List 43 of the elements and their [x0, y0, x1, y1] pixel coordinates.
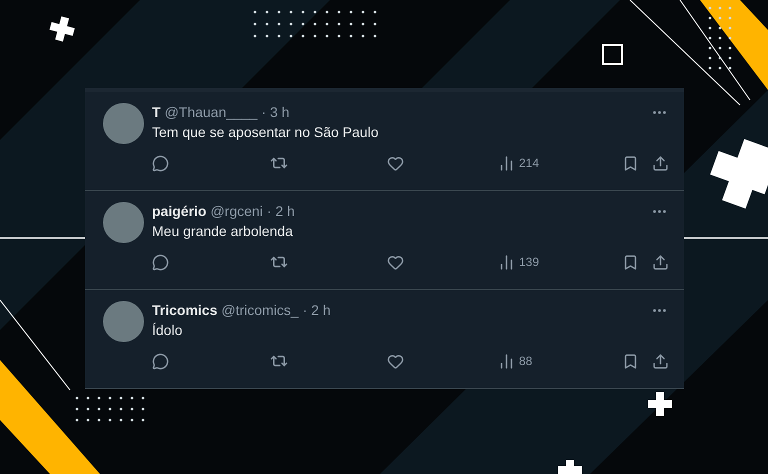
reply-icon[interactable]: [152, 352, 169, 370]
display-name[interactable]: paigério: [152, 202, 206, 220]
view-count: 214: [519, 155, 540, 172]
display-name[interactable]: Tricomics: [152, 301, 218, 319]
share-icon[interactable]: [652, 254, 669, 270]
post-time[interactable]: · 3 h: [261, 103, 290, 121]
tweet-card[interactable]: paigério @rgceni · 2 h Meu grande arbolenda 139: [85, 191, 684, 290]
views-icon[interactable]: [498, 352, 515, 370]
tweet-text: Tem que se aposentar no São Paulo: [152, 123, 380, 142]
user-handle[interactable]: @rgceni: [210, 202, 263, 220]
reply-icon[interactable]: [152, 254, 169, 270]
user-handle[interactable]: @Thauan____: [164, 103, 258, 121]
avatar-placeholder[interactable]: [103, 301, 144, 342]
plus-decoration: [558, 460, 582, 474]
tweet-card[interactable]: Tricomics @tricomics_ · 2 h Ídolo 88: [85, 290, 684, 389]
like-icon[interactable]: [387, 352, 404, 370]
avatar-placeholder[interactable]: [103, 202, 144, 243]
views-icon[interactable]: [498, 254, 515, 270]
post-time[interactable]: · 2 h: [266, 202, 295, 220]
share-icon[interactable]: [652, 154, 669, 172]
dot-grid: [708, 6, 732, 70]
plus-decoration: [50, 16, 75, 42]
plus-decoration: [710, 139, 768, 209]
bookmark-icon[interactable]: [622, 352, 639, 370]
tweet-card[interactable]: T @Thauan____ · 3 h Tem que se aposentar no São Paulo 214: [85, 92, 684, 191]
square-outline: [602, 44, 623, 65]
share-icon[interactable]: [652, 352, 669, 370]
user-handle[interactable]: @tricomics_: [221, 301, 299, 319]
post-time[interactable]: · 2 h: [302, 301, 331, 319]
tweet-text: Meu grande arbolenda: [152, 222, 294, 241]
bookmark-icon[interactable]: [622, 154, 639, 172]
view-count: 139: [519, 254, 540, 271]
plus-decoration: [648, 392, 672, 416]
views-icon[interactable]: [498, 154, 515, 172]
avatar-placeholder[interactable]: [103, 103, 144, 144]
display-name[interactable]: T: [152, 103, 161, 121]
tweet-text: Ídolo: [152, 321, 184, 340]
like-icon[interactable]: [387, 154, 404, 172]
like-icon[interactable]: [387, 254, 404, 270]
reply-icon[interactable]: [152, 154, 169, 172]
dot-grid: [76, 396, 144, 422]
view-count: 88: [519, 353, 532, 370]
bookmark-icon[interactable]: [622, 254, 639, 270]
